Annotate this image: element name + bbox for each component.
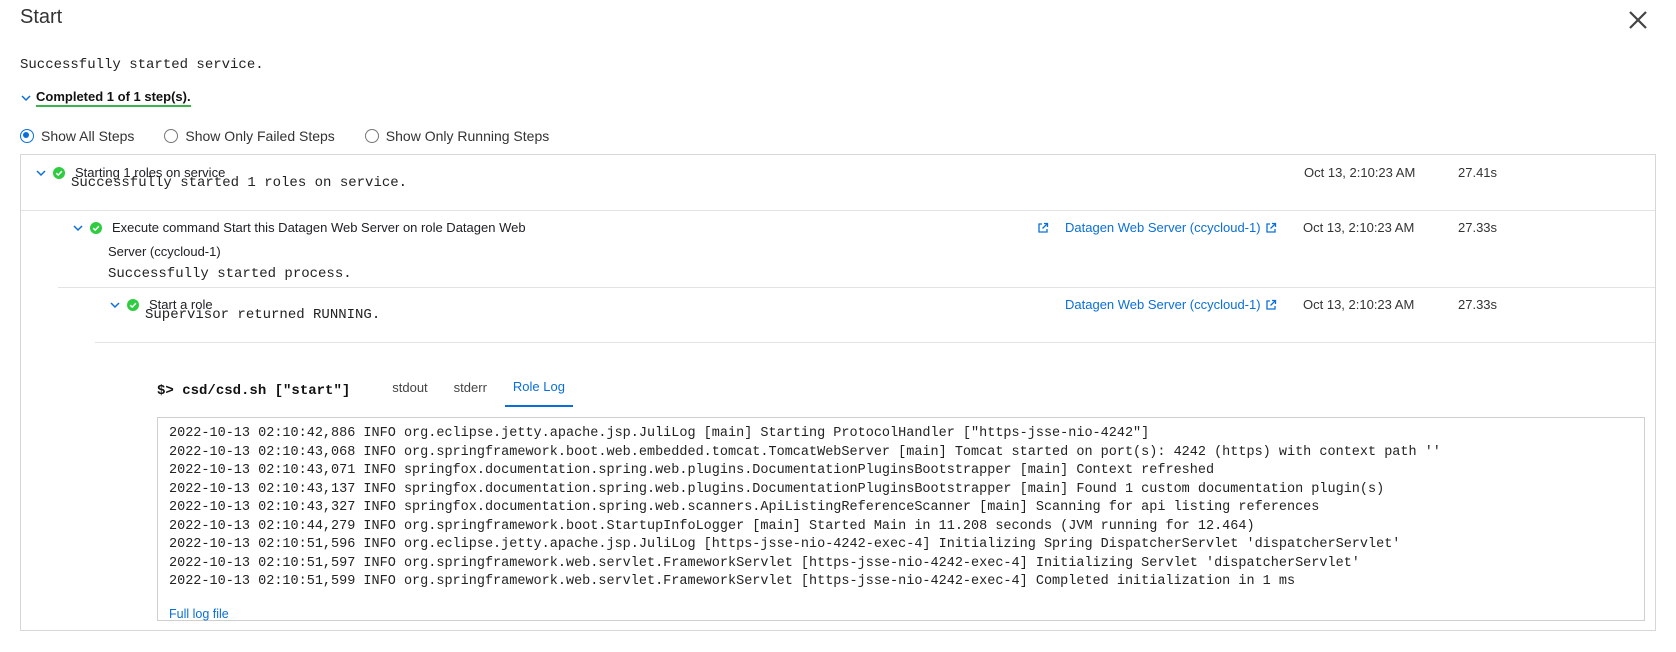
role-link-label[interactable]: Datagen Web Server (ccycloud-1) bbox=[1065, 220, 1261, 235]
tab-stdout[interactable]: stdout bbox=[384, 376, 435, 406]
check-circle-icon bbox=[53, 167, 65, 179]
log-line: 2022-10-13 02:10:43,327 INFO springfox.d… bbox=[169, 500, 1320, 515]
log-line: 2022-10-13 02:10:43,137 INFO springfox.d… bbox=[169, 481, 1385, 497]
role-link[interactable]: Datagen Web Server (ccycloud-1) bbox=[1065, 220, 1277, 235]
radio-button[interactable] bbox=[364, 129, 379, 143]
step-time: Oct 13, 2:10:23 AM bbox=[1303, 297, 1415, 312]
dialog-title: Start bbox=[20, 6, 63, 28]
command-output-tabs: $> csd/csd.sh ["start"] stdout stderr Ro… bbox=[157, 372, 583, 410]
chevron-down-icon[interactable] bbox=[20, 92, 32, 104]
role-link-label[interactable]: Datagen Web Server (ccycloud-1) bbox=[1065, 297, 1261, 312]
step-duration: 27.41s bbox=[1458, 165, 1498, 180]
step-time: Oct 13, 2:10:23 AM bbox=[1304, 165, 1416, 180]
step-duration: 27.33s bbox=[1458, 297, 1498, 312]
step-row-execute-command: Execute command Start this Datagen Web S… bbox=[58, 210, 1655, 288]
filter-show-only-running-steps[interactable]: Show Only Running Steps bbox=[364, 128, 550, 144]
command-text: csd/csd.sh ["start"] bbox=[182, 383, 351, 399]
log-line: 2022-10-13 02:10:44,279 INFO org.springf… bbox=[169, 518, 1255, 534]
role-link[interactable]: Datagen Web Server (ccycloud-1) bbox=[1065, 297, 1277, 312]
command-prompt: $> bbox=[157, 383, 174, 399]
check-circle-icon bbox=[127, 299, 139, 311]
external-link-icon[interactable] bbox=[1265, 299, 1277, 311]
command-line: $> csd/csd.sh ["start"] bbox=[157, 383, 350, 399]
log-line: 2022-10-13 02:10:43,071 INFO springfox.d… bbox=[169, 463, 1215, 478]
step-filter-group: Show All Steps Show Only Failed Steps Sh… bbox=[20, 128, 549, 144]
close-icon[interactable] bbox=[1626, 8, 1650, 32]
external-link-icon[interactable] bbox=[1037, 222, 1049, 234]
status-message: Successfully started service. bbox=[20, 57, 264, 73]
steps-summary: Completed 1 of 1 step(s). bbox=[36, 89, 191, 107]
tab-stderr[interactable]: stderr bbox=[446, 376, 495, 406]
radio-button[interactable] bbox=[164, 129, 179, 143]
steps-summary-toggle[interactable]: Completed 1 of 1 step(s). bbox=[20, 89, 191, 107]
step-row-service: Starting 1 roles on service Successfully… bbox=[21, 155, 1655, 211]
filter-label: Show Only Failed Steps bbox=[185, 128, 335, 144]
radio-button-selected[interactable] bbox=[20, 129, 34, 143]
filter-label: Show All Steps bbox=[41, 128, 135, 144]
log-line: 2022-10-13 02:10:51,596 INFO org.eclipse… bbox=[169, 537, 1401, 552]
log-line: 2022-10-13 02:10:42,886 INFO org.eclipse… bbox=[169, 426, 1150, 441]
step-detail: Successfully started 1 roles on service. bbox=[71, 175, 408, 191]
step-detail: Supervisor returned RUNNING. bbox=[145, 307, 381, 323]
filter-label: Show Only Running Steps bbox=[385, 128, 550, 144]
tab-role-log[interactable]: Role Log bbox=[504, 375, 573, 407]
filter-show-all-steps[interactable]: Show All Steps bbox=[20, 128, 134, 144]
log-lines: 2022-10-13 02:10:42,886 INFO org.eclipse… bbox=[169, 425, 1441, 592]
log-line: 2022-10-13 02:10:51,599 INFO org.springf… bbox=[169, 574, 1296, 589]
step-row-start-role: Start a role Supervisor returned RUNNING… bbox=[95, 287, 1655, 343]
log-line: 2022-10-13 02:10:51,597 INFO org.springf… bbox=[169, 555, 1360, 571]
chevron-down-icon[interactable] bbox=[35, 167, 47, 179]
role-log-output: 2022-10-13 02:10:42,886 INFO org.eclipse… bbox=[157, 417, 1645, 621]
check-circle-icon bbox=[90, 222, 102, 234]
step-duration: 27.33s bbox=[1458, 220, 1498, 235]
filter-show-only-failed-steps[interactable]: Show Only Failed Steps bbox=[164, 128, 335, 144]
chevron-down-icon[interactable] bbox=[72, 222, 84, 234]
external-link-icon[interactable] bbox=[1265, 222, 1277, 234]
log-line: 2022-10-13 02:10:43,068 INFO org.springf… bbox=[169, 444, 1441, 460]
step-label: Execute command Start this Datagen Web S… bbox=[112, 220, 526, 235]
chevron-down-icon[interactable] bbox=[109, 299, 121, 311]
step-time: Oct 13, 2:10:23 AM bbox=[1303, 220, 1415, 235]
steps-panel: Starting 1 roles on service Successfully… bbox=[20, 154, 1656, 631]
step-label-continued: Server (ccycloud-1) bbox=[108, 244, 221, 259]
full-log-file-link[interactable]: Full log file bbox=[169, 607, 229, 621]
step-detail: Successfully started process. bbox=[108, 266, 352, 282]
